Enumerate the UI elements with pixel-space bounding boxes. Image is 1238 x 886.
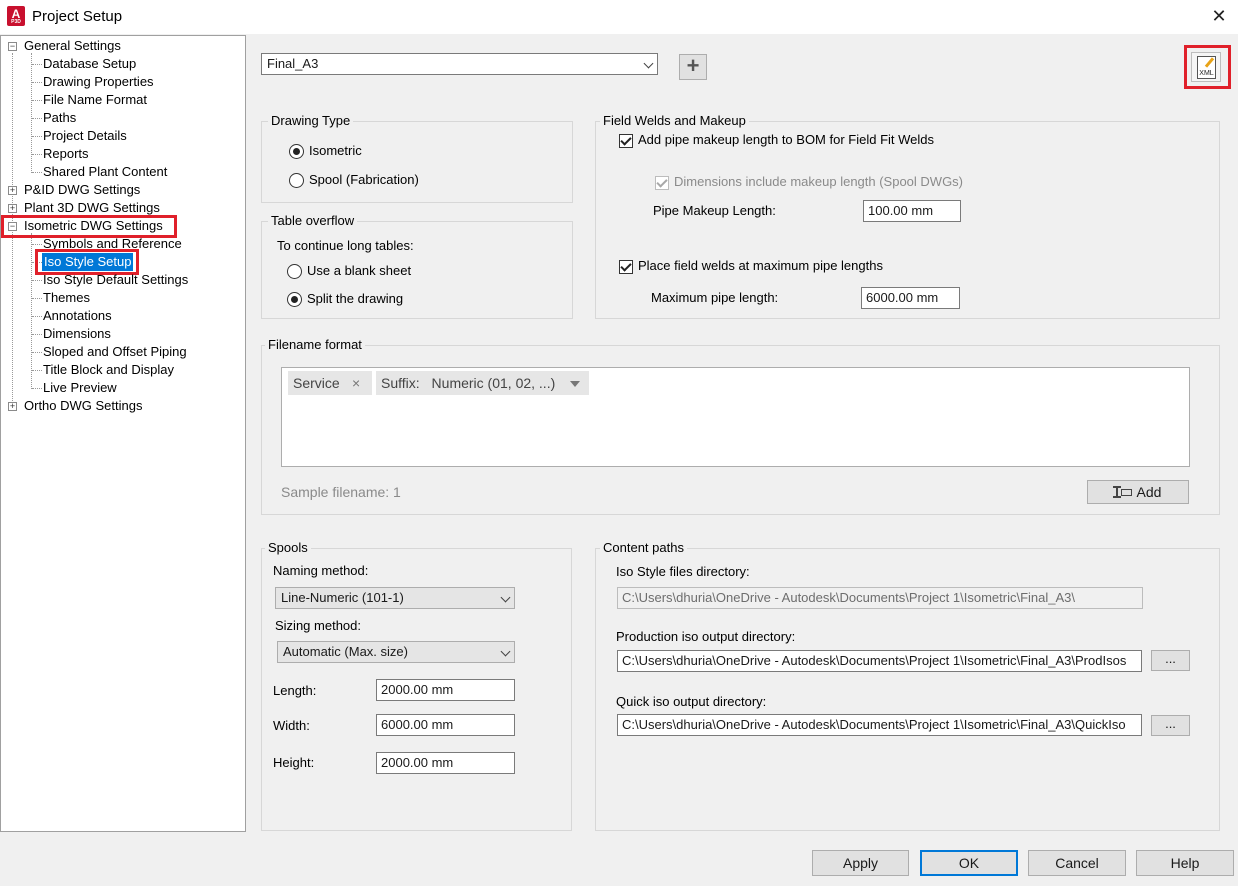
browse-quick-button[interactable]: ... [1151, 715, 1190, 736]
chevron-down-icon [500, 646, 511, 657]
add-token-button[interactable]: Add [1087, 480, 1189, 504]
checkbox-dims-include[interactable] [655, 176, 669, 190]
width-label: Width: [273, 718, 310, 733]
tree-item-shared-plant-content[interactable]: Shared Plant Content [43, 163, 167, 181]
naming-method-label: Naming method: [273, 563, 369, 578]
radio-isometric-label: Isometric [309, 143, 362, 158]
length-input[interactable]: 2000.00 mm [376, 679, 515, 701]
content-paths-title: Content paths [600, 540, 687, 555]
drawing-type-title: Drawing Type [268, 113, 354, 128]
token-suffix[interactable]: Suffix: Numeric (01, 02, ...) [376, 371, 589, 395]
autocad-plant-icon: A P3D [7, 6, 25, 26]
cancel-button[interactable]: Cancel [1028, 850, 1126, 876]
token-service-label: Service [293, 375, 340, 391]
sample-filename: Sample filename: 1 [281, 484, 401, 500]
checkbox-place-welds[interactable] [619, 260, 633, 274]
checkbox-add-makeup-label: Add pipe makeup length to BOM for Field … [638, 132, 935, 147]
makeup-length-input[interactable]: 100.00 mm [863, 200, 961, 222]
table-overflow-title: Table overflow [268, 213, 358, 228]
tree-item-reports[interactable]: Reports [43, 145, 89, 163]
height-input[interactable]: 2000.00 mm [376, 752, 515, 774]
tree-item-file-name-format[interactable]: File Name Format [43, 91, 147, 109]
tree-item-title-block-and-display[interactable]: Title Block and Display [43, 361, 174, 379]
highlight-box-xml [1184, 45, 1231, 89]
checkbox-place-welds-label: Place field welds at maximum pipe length… [638, 258, 883, 273]
caret-down-icon[interactable] [570, 381, 580, 387]
tree-item-dimensions[interactable]: Dimensions [43, 325, 111, 343]
quick-dir-label: Quick iso output directory: [616, 694, 767, 709]
radio-isometric[interactable] [289, 144, 304, 159]
tree-item-paths[interactable]: Paths [43, 109, 76, 127]
ortho-settings-expander[interactable]: + [8, 402, 17, 411]
tree-item-pid-dwg-settings[interactable]: P&ID DWG Settings [24, 181, 140, 199]
quick-dir-input[interactable]: C:\Users\dhuria\OneDrive - Autodesk\Docu… [617, 714, 1142, 736]
spools-title: Spools [265, 540, 311, 555]
radio-split-drawing-label: Split the drawing [307, 291, 404, 306]
plant3d-settings-expander[interactable]: + [8, 204, 17, 213]
radio-spool-label: Spool (Fabrication) [309, 172, 419, 187]
radio-split-drawing[interactable] [287, 292, 302, 307]
length-label: Length: [273, 683, 317, 698]
production-dir-input[interactable]: C:\Users\dhuria\OneDrive - Autodesk\Docu… [617, 650, 1142, 672]
iso-style-value: Final_A3 [267, 56, 319, 71]
iso-style-dir-label: Iso Style files directory: [616, 564, 750, 579]
tree-item-database-setup[interactable]: Database Setup [43, 55, 136, 73]
app-icon-sub: P3D [11, 19, 21, 25]
radio-blank-sheet-label: Use a blank sheet [307, 263, 412, 278]
token-service[interactable]: Service × [288, 371, 372, 395]
general-settings-expander[interactable]: − [8, 42, 17, 51]
close-icon[interactable]: ✕ [1206, 4, 1232, 28]
sizing-method-dropdown[interactable]: Automatic (Max. size) [277, 641, 515, 663]
browse-production-button[interactable]: ... [1151, 650, 1190, 671]
tree-item-ortho-dwg-settings[interactable]: Ortho DWG Settings [24, 397, 142, 415]
field-welds-title: Field Welds and Makeup [600, 113, 749, 128]
window-title: Project Setup [32, 8, 123, 25]
radio-spool[interactable] [289, 173, 304, 188]
add-style-button[interactable]: + [679, 54, 707, 80]
naming-method-value: Line-Numeric (101-1) [281, 590, 404, 605]
tree-item-iso-style-default-settings[interactable]: Iso Style Default Settings [43, 271, 188, 289]
help-button[interactable]: Help [1136, 850, 1234, 876]
tree-item-annotations[interactable]: Annotations [43, 307, 112, 325]
sizing-method-value: Automatic (Max. size) [283, 644, 408, 659]
pid-settings-expander[interactable]: + [8, 186, 17, 195]
tree-item-general-settings[interactable]: General Settings [24, 37, 121, 55]
tree-item-sloped-and-offset-piping[interactable]: Sloped and Offset Piping [43, 343, 187, 361]
max-pipe-length-label: Maximum pipe length: [651, 290, 779, 305]
token-suffix-label: Suffix: [381, 375, 420, 391]
sizing-method-label: Sizing method: [275, 618, 361, 633]
chevron-down-icon [500, 592, 511, 603]
ok-button[interactable]: OK [920, 850, 1018, 876]
settings-tree[interactable]: − General Settings Database Setup Drawin… [0, 35, 246, 832]
iso-style-dropdown[interactable]: Final_A3 [261, 53, 658, 75]
naming-method-dropdown[interactable]: Line-Numeric (101-1) [275, 587, 515, 609]
tree-item-themes[interactable]: Themes [43, 289, 90, 307]
token-remove-icon[interactable]: × [352, 371, 360, 395]
filename-format-title: Filename format [265, 337, 365, 352]
max-pipe-length-input[interactable]: 6000.00 mm [861, 287, 960, 309]
add-token-label: Add [1136, 484, 1162, 500]
insert-token-icon [1112, 486, 1133, 498]
apply-button[interactable]: Apply [812, 850, 909, 876]
tree-item-live-preview[interactable]: Live Preview [43, 379, 117, 397]
token-suffix-value: Numeric (01, 02, ...) [431, 375, 556, 391]
table-overflow-prompt: To continue long tables: [277, 238, 414, 253]
iso-style-dir-input[interactable]: C:\Users\dhuria\OneDrive - Autodesk\Docu… [617, 587, 1143, 609]
checkbox-dims-include-label: Dimensions include makeup length (Spool … [674, 174, 964, 189]
tree-item-drawing-properties[interactable]: Drawing Properties [43, 73, 154, 91]
radio-blank-sheet[interactable] [287, 264, 302, 279]
width-input[interactable]: 6000.00 mm [376, 714, 515, 736]
checkbox-add-makeup[interactable] [619, 134, 633, 148]
makeup-length-label: Pipe Makeup Length: [653, 203, 776, 218]
title-bar [0, 0, 1238, 34]
chevron-down-icon [643, 58, 654, 69]
tree-item-project-details[interactable]: Project Details [43, 127, 127, 145]
drawing-type-group [261, 121, 573, 203]
height-label: Height: [273, 755, 315, 770]
production-dir-label: Production iso output directory: [616, 629, 796, 644]
